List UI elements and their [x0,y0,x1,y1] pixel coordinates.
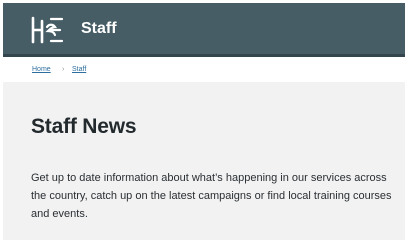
site-header: Staff [3,3,405,57]
breadcrumb: Home › Staff [3,57,405,82]
site-title-link[interactable]: Staff [81,18,117,40]
breadcrumb-home-link[interactable]: Home [32,57,51,82]
intro-paragraph: Get up to date information about what’s … [31,172,392,220]
breadcrumb-staff-link[interactable]: Staff [72,57,86,82]
hse-logo-icon[interactable] [29,15,65,45]
main-content: Staff News Get up to date information ab… [3,82,405,240]
page-title: Staff News [31,115,137,138]
breadcrumb-separator-icon: › [62,66,65,73]
